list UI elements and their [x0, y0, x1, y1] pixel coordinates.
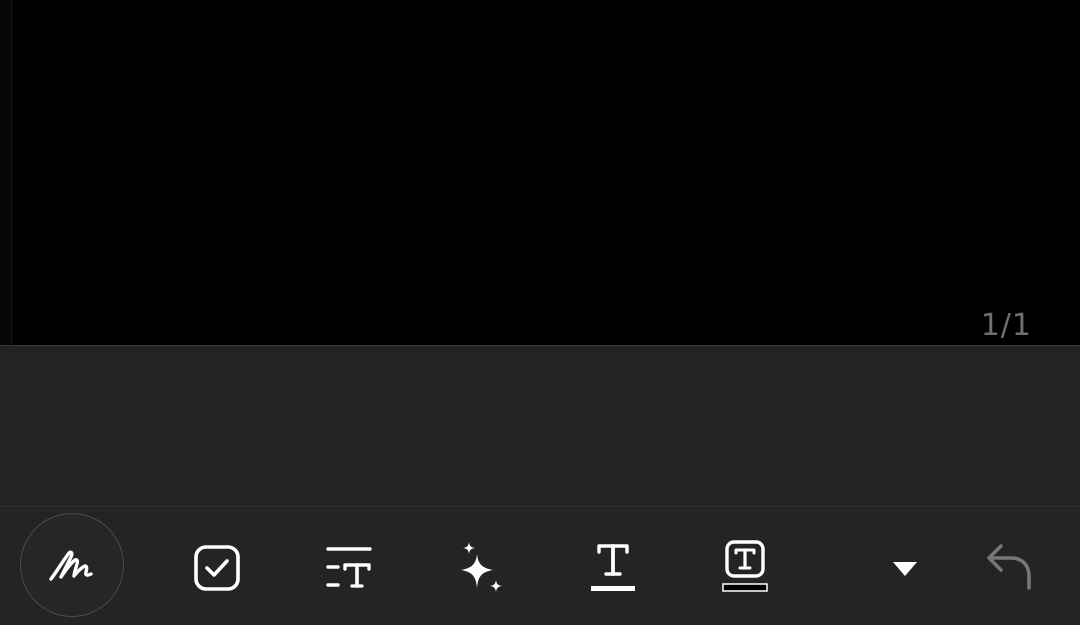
- canvas-edge: [0, 0, 12, 345]
- sparkles-icon: [455, 540, 507, 594]
- checkbox-tool-button[interactable]: [188, 539, 246, 597]
- handwriting-pen-icon: [47, 545, 97, 585]
- blank-panel: [0, 346, 1080, 506]
- text-background-icon: [721, 540, 769, 594]
- text-color-tool-button[interactable]: [585, 537, 641, 597]
- page-indicator: 1/1: [980, 308, 1032, 343]
- undo-button[interactable]: [978, 537, 1040, 597]
- text-style-tool-button[interactable]: [320, 539, 378, 597]
- text-color-icon: [589, 540, 637, 594]
- pen-tool-button[interactable]: [20, 513, 124, 617]
- text-background-tool-button[interactable]: [717, 537, 773, 597]
- checkbox-icon: [193, 544, 241, 592]
- bottom-toolbar: [0, 506, 1080, 625]
- more-options-button[interactable]: [884, 551, 926, 587]
- text-style-icon: [324, 545, 374, 591]
- note-canvas[interactable]: 1/1: [0, 0, 1080, 346]
- dropdown-arrow-icon: [892, 560, 918, 578]
- ai-assist-tool-button[interactable]: [451, 537, 511, 597]
- undo-icon: [983, 542, 1035, 592]
